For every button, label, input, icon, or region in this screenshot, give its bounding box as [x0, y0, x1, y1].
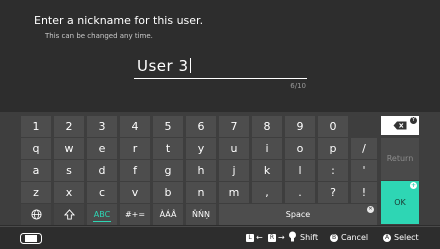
key-8[interactable]: 8 — [252, 116, 282, 137]
key-period[interactable]: . — [285, 182, 315, 203]
ok-button[interactable]: OK + — [381, 181, 419, 224]
key-r[interactable]: r — [120, 138, 150, 159]
key-j[interactable]: j — [219, 160, 249, 181]
space-key[interactable]: Space ✕ — [219, 204, 377, 225]
shift-hint[interactable]: Shift — [288, 231, 318, 245]
key-c[interactable]: c — [87, 182, 117, 203]
l-button-icon: L — [246, 234, 254, 242]
handheld-console-icon — [20, 233, 42, 244]
key-d[interactable]: d — [87, 160, 117, 181]
globe-icon — [30, 209, 42, 220]
mode-abc-key[interactable]: ABC — [87, 204, 117, 225]
key-question[interactable]: ? — [318, 182, 348, 203]
prompt-title: Enter a nickname for this user. — [34, 14, 204, 27]
r-hint-label: → — [278, 233, 285, 242]
nickname-panel: Enter a nickname for this user. This can… — [0, 0, 440, 112]
cancel-hint-label: Cancel — [341, 233, 369, 242]
key-q[interactable]: q — [21, 138, 51, 159]
x-button-icon: ✕ — [367, 206, 374, 213]
key-x[interactable]: x — [54, 182, 84, 203]
key-6[interactable]: 6 — [186, 116, 216, 137]
a-button-icon: A — [383, 234, 391, 242]
key-z[interactable]: z — [21, 182, 51, 203]
key-g[interactable]: g — [153, 160, 183, 181]
y-button-icon: Y — [410, 117, 417, 124]
key-w[interactable]: w — [54, 138, 84, 159]
mode-special-key[interactable]: ŇŃŅ — [186, 204, 216, 225]
return-key[interactable]: Return — [381, 138, 419, 180]
key-4[interactable]: 4 — [120, 116, 150, 137]
space-label: Space — [285, 210, 311, 219]
onscreen-keyboard: 1 2 3 4 5 6 7 8 9 0 q w e r t y u i o p … — [0, 112, 440, 225]
shift-key[interactable] — [54, 204, 84, 225]
key-k[interactable]: k — [252, 160, 282, 181]
select-hint[interactable]: A Select — [383, 231, 419, 245]
backspace-key[interactable]: Y — [381, 116, 419, 135]
language-key[interactable] — [21, 204, 51, 225]
key-p[interactable]: p — [318, 138, 348, 159]
key-apostrophe[interactable]: ' — [351, 160, 377, 181]
key-t[interactable]: t — [153, 138, 183, 159]
key-3[interactable]: 3 — [87, 116, 117, 137]
nickname-value: User 3 — [137, 57, 189, 75]
key-9[interactable]: 9 — [285, 116, 315, 137]
nickname-input[interactable]: User 3 — [134, 56, 307, 79]
key-m[interactable]: m — [219, 182, 249, 203]
r-button-icon: R — [268, 234, 276, 242]
prompt-subtitle: This can be changed any time. — [45, 32, 153, 40]
mode-symbols-key[interactable]: #+= — [120, 204, 150, 225]
key-7[interactable]: 7 — [219, 116, 249, 137]
mode-accents-key[interactable]: ÀÁÂ — [153, 204, 183, 225]
key-0[interactable]: 0 — [318, 116, 348, 137]
key-a[interactable]: a — [21, 160, 51, 181]
backspace-icon — [393, 121, 407, 130]
l-move-hint[interactable]: L ← — [246, 231, 263, 245]
shift-hint-label: Shift — [300, 233, 319, 242]
select-hint-label: Select — [394, 233, 419, 242]
key-colon[interactable]: : — [318, 160, 348, 181]
b-button-icon: B — [330, 234, 338, 242]
cancel-hint[interactable]: B Cancel — [330, 231, 368, 245]
controller-hints-bar: L ← R → Shift B Cancel A Select — [0, 226, 440, 249]
ok-label: OK — [394, 198, 406, 207]
character-counter: 6/10 — [290, 82, 306, 90]
key-e[interactable]: e — [87, 138, 117, 159]
key-comma[interactable]: , — [252, 182, 282, 203]
key-h[interactable]: h — [186, 160, 216, 181]
left-stick-icon — [289, 231, 296, 242]
key-i[interactable]: i — [252, 138, 282, 159]
key-v[interactable]: v — [120, 182, 150, 203]
key-b[interactable]: b — [153, 182, 183, 203]
key-slash[interactable]: / — [351, 138, 377, 159]
key-o[interactable]: o — [285, 138, 315, 159]
key-s[interactable]: s — [54, 160, 84, 181]
text-caret — [189, 58, 191, 73]
key-exclamation[interactable]: ! — [351, 182, 377, 203]
key-n[interactable]: n — [186, 182, 216, 203]
key-2[interactable]: 2 — [54, 116, 84, 137]
key-y[interactable]: y — [186, 138, 216, 159]
key-u[interactable]: u — [219, 138, 249, 159]
key-1[interactable]: 1 — [21, 116, 51, 137]
key-f[interactable]: f — [120, 160, 150, 181]
l-hint-label: ← — [256, 233, 263, 242]
shift-arrow-icon — [63, 209, 75, 220]
r-move-hint[interactable]: R → — [268, 231, 285, 245]
key-l[interactable]: l — [285, 160, 315, 181]
key-5[interactable]: 5 — [153, 116, 183, 137]
plus-button-icon: + — [410, 182, 417, 189]
